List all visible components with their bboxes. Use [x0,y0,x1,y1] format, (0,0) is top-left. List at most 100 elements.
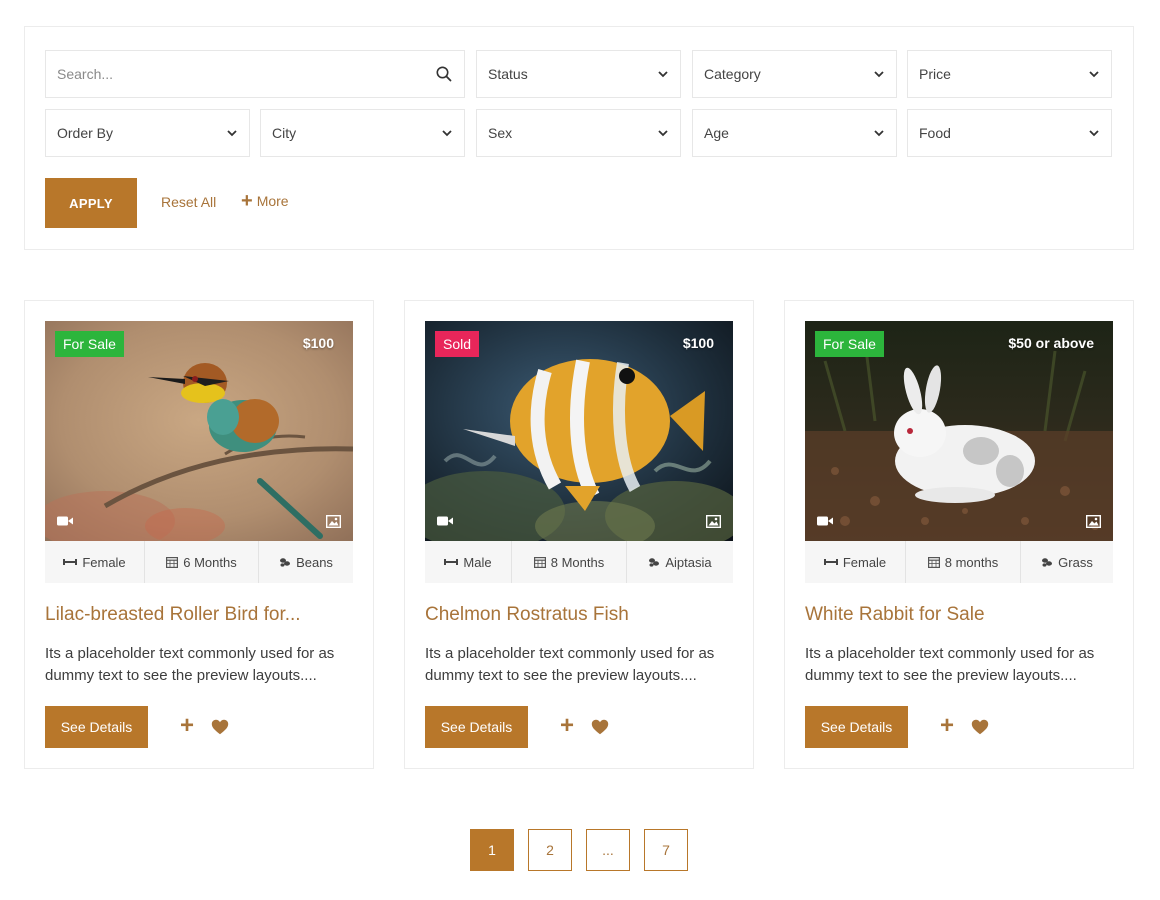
chevron-down-icon [873,68,885,80]
heart-icon[interactable] [971,719,989,735]
food-icon [1042,558,1053,567]
listing-title[interactable]: White Rabbit for Sale [805,604,1115,626]
heart-icon[interactable] [211,719,229,735]
listing-photo[interactable]: For Sale $50 or above [805,321,1113,541]
plus-icon[interactable]: + [937,714,957,739]
calendar-icon [533,557,546,568]
filter-panel: Status Category Price Order By City Sex … [24,26,1134,250]
gallery-icon[interactable] [706,515,721,528]
more-filters-label: More [256,193,289,209]
food-value: Beans [296,554,333,570]
age-select[interactable]: Age [692,109,897,157]
gallery-icon[interactable] [1086,515,1101,528]
chevron-down-icon [1088,127,1100,139]
food-meta: Grass [1021,541,1113,583]
age-select-label: Age [704,125,729,141]
pagination: 1 2 ... 7 [470,829,688,871]
listing-meta: Female 6 Months Beans [45,541,353,583]
price-label: $50 or above [1008,335,1094,351]
calendar-icon [166,557,179,568]
page-1-button[interactable]: 1 [470,829,514,871]
price-select-label: Price [919,66,951,82]
price-label: $100 [302,335,334,351]
sex-select-label: Sex [488,125,513,141]
video-icon[interactable] [57,515,73,527]
page-7-button[interactable]: 7 [644,829,688,871]
gender-icon [823,559,838,565]
sex-meta: Male [425,541,512,583]
age-meta: 6 Months [145,541,259,583]
calendar-icon [927,557,940,568]
chevron-down-icon [873,127,885,139]
listing-description: Its a placeholder text commonly used for… [425,645,715,684]
category-select[interactable]: Category [692,50,897,98]
listing-meta: Male 8 Months Aiptasia [425,541,733,583]
food-icon [280,558,291,567]
plus-icon[interactable]: + [177,714,197,739]
apply-button[interactable]: APPLY [45,178,137,228]
food-meta: Aiptasia [627,541,733,583]
listing-description: Its a placeholder text commonly used for… [805,645,1095,684]
page-ellipsis: ... [586,829,630,871]
chevron-down-icon [226,127,238,139]
status-select-label: Status [488,66,528,82]
price-label: $100 [682,335,714,351]
sex-value: Male [463,554,492,570]
status-badge: For Sale [55,331,124,357]
chevron-down-icon [441,127,453,139]
sex-meta: Female [805,541,906,583]
category-select-label: Category [704,66,761,82]
food-select-label: Food [919,125,951,141]
city-select[interactable]: City [260,109,465,157]
status-badge: Sold [435,331,480,357]
age-value: 8 months [944,554,999,570]
see-details-button[interactable]: See Details [425,706,528,748]
listing-title[interactable]: Lilac-breasted Roller Bird for... [45,604,355,626]
listing-photo[interactable]: For Sale $100 [45,321,353,541]
gender-icon [444,559,459,565]
price-select[interactable]: Price [907,50,1112,98]
age-value: 6 Months [183,554,237,570]
search-icon[interactable] [435,65,453,83]
sex-value: Female [842,554,887,570]
chevron-down-icon [1088,68,1100,80]
listing-photo[interactable]: Sold $100 [425,321,733,541]
see-details-button[interactable]: See Details [805,706,908,748]
chevron-down-icon [657,68,669,80]
see-details-button[interactable]: See Details [45,706,148,748]
age-value: 8 Months [550,554,605,570]
plus-icon: + [241,190,253,212]
reset-all-link[interactable]: Reset All [161,194,216,210]
plus-icon[interactable]: + [557,714,577,739]
sex-value: Female [82,554,126,570]
city-select-label: City [272,125,297,141]
order-by-select[interactable]: Order By [45,109,250,157]
listing-card: For Sale $100 Female 6 Months Beans Lila… [24,300,374,769]
more-filters-link[interactable]: + More [241,190,289,212]
listing-meta: Female 8 months Grass [805,541,1113,583]
food-select[interactable]: Food [907,109,1112,157]
listing-card: For Sale $50 or above Female 8 months Gr… [784,300,1134,769]
page-2-button[interactable]: 2 [528,829,572,871]
video-icon[interactable] [437,515,453,527]
status-select[interactable]: Status [476,50,681,98]
listing-card: Sold $100 Male 8 Months Aiptasia Chelmon… [404,300,754,769]
listing-title[interactable]: Chelmon Rostratus Fish [425,604,735,626]
order-by-select-label: Order By [57,125,114,141]
food-value: Aiptasia [665,554,712,570]
chevron-down-icon [657,127,669,139]
search-box[interactable] [45,50,465,98]
food-value: Grass [1058,554,1093,570]
gallery-icon[interactable] [326,515,341,528]
status-badge: For Sale [815,331,884,357]
video-icon[interactable] [817,515,833,527]
age-meta: 8 Months [512,541,627,583]
age-meta: 8 months [906,541,1021,583]
listing-description: Its a placeholder text commonly used for… [45,645,335,684]
sex-select[interactable]: Sex [476,109,681,157]
food-meta: Beans [259,541,353,583]
sex-meta: Female [45,541,145,583]
search-input[interactable] [57,51,435,97]
heart-icon[interactable] [591,719,609,735]
gender-icon [63,559,78,565]
